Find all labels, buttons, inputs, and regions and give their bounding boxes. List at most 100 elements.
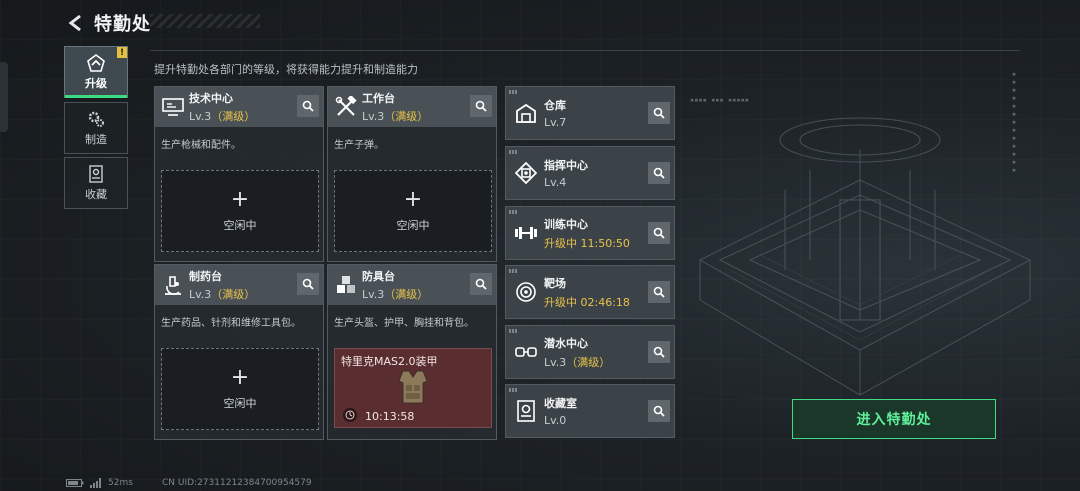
inspect-button[interactable] [648, 341, 670, 363]
inspect-button[interactable] [648, 400, 670, 422]
inspect-button[interactable] [297, 95, 319, 117]
gears-icon [88, 111, 104, 127]
search-icon [653, 107, 665, 119]
monitor-icon [157, 87, 189, 127]
status-bar: 52ms [66, 478, 133, 488]
user-uid: CN UID:27311212384700954579 [162, 478, 312, 488]
card-armor-bench[interactable]: 防具台 Lv.3（满级） 生产头盔、护甲、胸挂和背包。 特里克MAS2.0装甲 … [327, 264, 497, 440]
tab-label: 收藏 [85, 187, 107, 201]
microscope-icon [157, 265, 189, 305]
add-icon: + [403, 187, 423, 212]
card-pharmacy[interactable]: 制药台 Lv.3（满级） 生产药品、针剂和维修工具包。 + 空闲中 [154, 264, 324, 440]
grip-decoration [509, 150, 517, 154]
search-icon [302, 100, 314, 112]
card-description: 生产头盔、护甲、胸挂和背包。 [334, 318, 474, 329]
card-title: 工作台 [362, 92, 395, 105]
card-title: 防具台 [362, 270, 395, 283]
armor-vest-icon [398, 370, 428, 404]
facility-diving-center[interactable]: 潜水中心 Lv.3（满级） [505, 325, 675, 379]
card-description: 生产子弹。 [334, 140, 384, 151]
grip-decoration [509, 210, 517, 214]
facility-name: 靶场 [544, 276, 566, 290]
dumbbell-icon [508, 207, 544, 259]
decorative-readout-side: ▪▪▪▪▪▪▪▪▪▪▪▪▪ [1010, 70, 1018, 174]
search-icon [653, 346, 665, 358]
facility-shooting-range[interactable]: 靶场 升级中 02:46:18 [505, 265, 675, 319]
tab-label: 制造 [85, 132, 107, 146]
search-icon [653, 167, 665, 179]
inspect-button[interactable] [297, 273, 319, 295]
slot-state: 空闲中 [223, 397, 257, 410]
production-slot[interactable]: + 空闲中 [161, 348, 319, 430]
title-decoration [150, 14, 260, 28]
inspect-button[interactable] [470, 273, 492, 295]
inspect-button[interactable] [648, 162, 670, 184]
inspect-button[interactable] [648, 222, 670, 244]
tab-craft[interactable]: 制造 [64, 102, 128, 154]
upgrade-icon [87, 53, 105, 72]
grip-decoration [509, 388, 517, 392]
card-header: 技术中心 Lv.3（满级） [155, 87, 323, 127]
tab-upgrade[interactable]: ! 升级 [64, 46, 128, 98]
command-icon [508, 147, 544, 199]
header: 特勤处 [64, 8, 151, 38]
target-icon [508, 266, 544, 318]
collection-icon [89, 164, 103, 183]
ping-readout: 52ms [108, 478, 133, 488]
tools-icon [330, 87, 362, 127]
card-level: Lv.3（满级） [362, 110, 429, 123]
search-icon [653, 227, 665, 239]
facility-status: Lv.4 [544, 176, 567, 189]
tab-label: 升级 [85, 76, 107, 90]
card-description: 生产枪械和配件。 [161, 140, 241, 151]
signal-icon [90, 478, 101, 488]
battery-icon [66, 479, 84, 487]
card-workbench[interactable]: 工作台 Lv.3（满级） 生产子弹。 + 空闲中 [327, 86, 497, 262]
production-slot[interactable]: + 空闲中 [334, 170, 492, 252]
decorative-readout: ▪▪▪▪ ▪▪▪ ▪▪▪▪▪ [690, 96, 750, 104]
card-header: 防具台 Lv.3（满级） [328, 265, 496, 305]
search-icon [475, 278, 487, 290]
facility-training-center[interactable]: 训练中心 升级中 11:50:50 [505, 206, 675, 260]
facility-name: 训练中心 [544, 217, 588, 231]
grip-decoration [509, 329, 517, 333]
timer-icon [343, 408, 357, 422]
search-icon [653, 405, 665, 417]
facility-name: 仓库 [544, 99, 566, 112]
facility-status: Lv.3（满级） [544, 355, 611, 369]
back-button[interactable] [64, 12, 86, 34]
back-arrow-icon [68, 14, 81, 32]
inspect-button[interactable] [470, 95, 492, 117]
add-icon: + [230, 187, 250, 212]
inspect-button[interactable] [648, 102, 670, 124]
card-header: 工作台 Lv.3（满级） [328, 87, 496, 127]
enter-button[interactable]: 进入特勤处 [792, 399, 996, 439]
card-level: Lv.3（满级） [189, 110, 256, 123]
search-icon [302, 278, 314, 290]
facility-collection-room[interactable]: 收藏室 Lv.0 [505, 384, 675, 438]
card-description: 生产药品、针剂和维修工具包。 [161, 318, 301, 329]
facility-status: 升级中 11:50:50 [544, 236, 630, 250]
facility-status: Lv.0 [544, 414, 567, 427]
production-in-progress[interactable]: 特里克MAS2.0装甲 10:13:58 [334, 348, 492, 428]
warehouse-icon [508, 87, 544, 139]
crafting-timer: 10:13:58 [365, 410, 415, 423]
facility-warehouse[interactable]: 仓库 Lv.7 [505, 86, 675, 140]
page-title: 特勤处 [94, 14, 151, 35]
grip-decoration [509, 269, 517, 273]
facility-name: 收藏室 [544, 397, 577, 410]
vault-icon [508, 385, 544, 437]
facility-name: 指挥中心 [544, 159, 588, 172]
inspect-button[interactable] [648, 281, 670, 303]
production-slot[interactable]: + 空闲中 [161, 170, 319, 252]
edge-handle [0, 62, 8, 132]
facility-status: Lv.7 [544, 116, 567, 129]
card-title: 技术中心 [189, 92, 233, 105]
search-icon [475, 100, 487, 112]
facility-command-center[interactable]: 指挥中心 Lv.4 [505, 146, 675, 200]
facility-status: 升级中 02:46:18 [544, 295, 630, 309]
card-tech-center[interactable]: 技术中心 Lv.3（满级） 生产枪械和配件。 + 空闲中 [154, 86, 324, 262]
tab-collection[interactable]: 收藏 [64, 157, 128, 209]
card-title: 制药台 [189, 270, 222, 283]
slot-state: 空闲中 [396, 219, 430, 232]
